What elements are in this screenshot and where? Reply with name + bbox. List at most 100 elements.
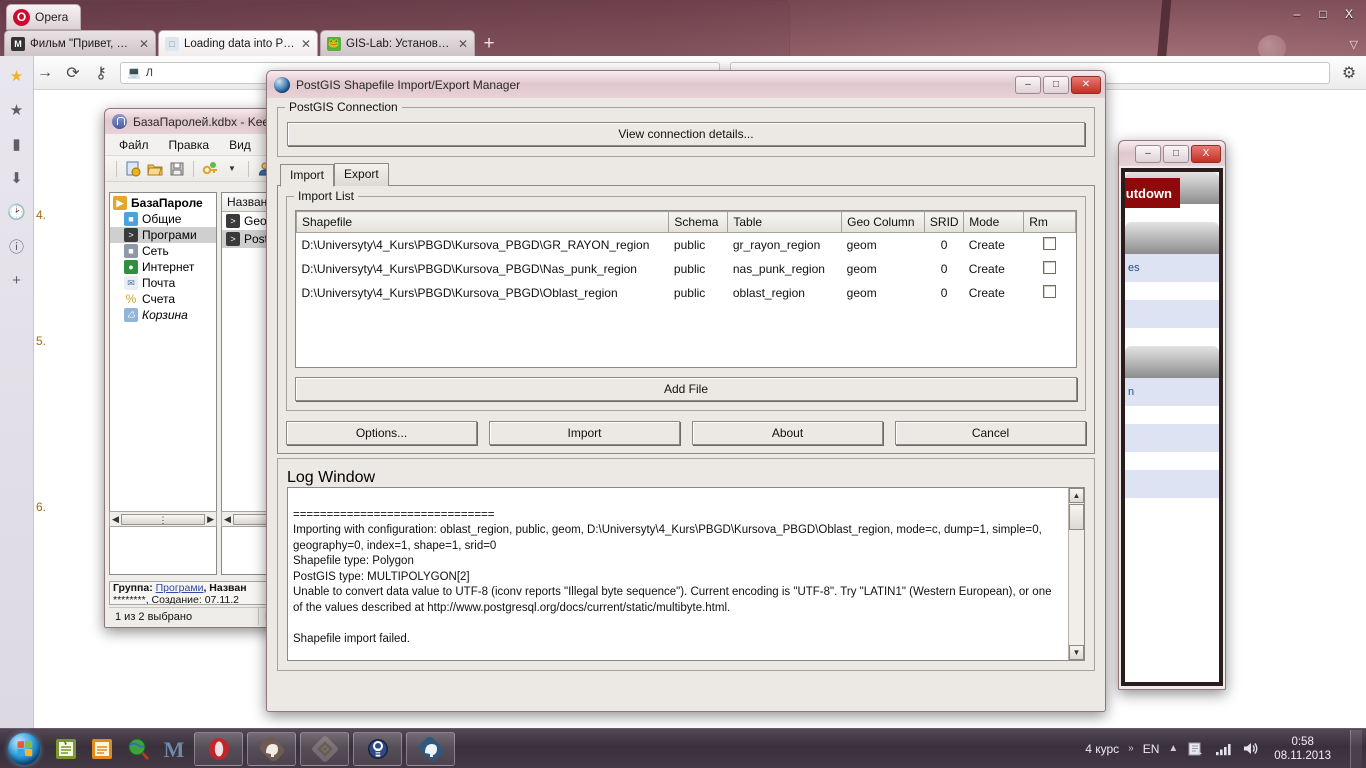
cell-shapefile[interactable]: D:\Universyty\4_Kurs\PBGD\Kursova_PBGD\N… [297, 257, 669, 281]
column-header-rm[interactable]: Rm [1024, 212, 1076, 233]
scroll-thumb[interactable] [1069, 504, 1084, 530]
opera-tabstrip[interactable]: M Фильм "Привет, мне ... ✕ □ Loading dat… [4, 30, 501, 56]
taskbar-window-opera[interactable] [194, 732, 243, 766]
rm-checkbox[interactable] [1043, 237, 1056, 250]
column-header-shapefile[interactable]: Shapefile [297, 212, 669, 233]
open-database-icon[interactable] [146, 160, 164, 178]
tree-node-korzina[interactable]: ♺ Корзина [110, 307, 216, 323]
import-button[interactable]: Import [489, 421, 680, 445]
dropdown-arrow-icon[interactable]: ▼ [223, 160, 241, 178]
cell-srid[interactable]: 0 [924, 257, 963, 281]
column-header-table[interactable]: Table [728, 212, 842, 233]
cancel-button[interactable]: Cancel [895, 421, 1086, 445]
import-list-table[interactable]: Shapefile Schema Table Geo Column SRID M… [296, 211, 1076, 305]
taskbar-libreoffice-writer-icon[interactable] [50, 732, 82, 766]
menu-item-view[interactable]: Вид [229, 138, 251, 152]
minimize-button[interactable]: – [1135, 145, 1161, 163]
add-file-button[interactable]: Add File [295, 377, 1077, 401]
star-outline-icon[interactable]: ★ [7, 100, 27, 120]
tree-horizontal-scrollbar[interactable]: ◀ ⋮ ▶ [109, 511, 217, 527]
cell-table[interactable]: nas_punk_region [728, 257, 842, 281]
tray-overflow-icon[interactable]: » [1128, 743, 1134, 754]
page-row[interactable] [1125, 470, 1219, 498]
cell-shapefile[interactable]: D:\Universyty\4_Kurs\PBGD\Kursova_PBGD\G… [297, 233, 669, 258]
save-database-icon[interactable] [168, 160, 186, 178]
tree-root-node[interactable]: ▶ БазаПароле [110, 193, 216, 211]
cell-table[interactable]: gr_rayon_region [728, 233, 842, 258]
opera-tab-2[interactable]: □ Loading data into Post... ✕ [158, 30, 318, 56]
table-row[interactable]: D:\Universyty\4_Kurs\PBGD\Kursova_PBGD\N… [297, 257, 1076, 281]
cell-mode[interactable]: Create [964, 257, 1024, 281]
column-header-srid[interactable]: SRID [924, 212, 963, 233]
tree-node-set[interactable]: ■ Сеть [110, 243, 216, 259]
menu-item-file[interactable]: Файл [119, 138, 149, 152]
cell-schema[interactable]: public [669, 233, 728, 258]
scroll-thumb[interactable]: ⋮ [121, 514, 205, 525]
log-vertical-scrollbar[interactable]: ▲ ▼ [1068, 488, 1084, 660]
taskbar-mathcad-icon[interactable]: M [158, 732, 190, 766]
tree-node-programi[interactable]: > Програми [110, 227, 216, 243]
tab-export[interactable]: Export [334, 163, 389, 186]
taskbar-window-pgadmin[interactable] [406, 732, 455, 766]
system-tray[interactable]: 4 курс » EN ▲ [1085, 730, 1366, 768]
cell-table[interactable]: oblast_region [728, 281, 842, 305]
info-group-link[interactable]: Програми [156, 582, 204, 594]
taskbar-window-geoserver[interactable] [300, 732, 349, 766]
volume-icon[interactable] [1241, 740, 1259, 758]
cell-srid[interactable]: 0 [924, 233, 963, 258]
forward-icon[interactable]: → [36, 64, 54, 82]
column-header-mode[interactable]: Mode [964, 212, 1024, 233]
scroll-right-icon[interactable]: ▶ [207, 514, 214, 525]
scroll-up-icon[interactable]: ▲ [1069, 488, 1084, 503]
postgis-tabstrip[interactable]: Import Export [280, 163, 1095, 186]
taskbar[interactable]: M [0, 728, 1366, 768]
page-row[interactable]: es [1125, 254, 1219, 282]
show-desktop-button[interactable] [1350, 730, 1362, 768]
taskbar-window-postgres[interactable] [247, 732, 296, 766]
table-row[interactable]: D:\Universyty\4_Kurs\PBGD\Kursova_PBGD\G… [297, 233, 1076, 258]
view-connection-details-button[interactable]: View connection details... [287, 122, 1085, 146]
cell-geo-column[interactable]: geom [842, 233, 925, 258]
start-button[interactable] [0, 730, 48, 768]
downloads-icon[interactable]: ⬇ [7, 168, 27, 188]
opera-tab-1[interactable]: M Фильм "Привет, мне ... ✕ [4, 30, 156, 56]
opera-tab-close-icon[interactable]: ✕ [458, 37, 468, 51]
background-window-right[interactable]: – □ X Shutdown es [1118, 140, 1226, 690]
shutdown-button[interactable]: Shutdown [1125, 178, 1180, 208]
import-list-table-wrapper[interactable]: Shapefile Schema Table Geo Column SRID M… [295, 210, 1077, 368]
page-row[interactable] [1125, 424, 1219, 452]
add-icon[interactable]: + [7, 270, 27, 290]
taskbar-libreoffice-impress-icon[interactable] [86, 732, 118, 766]
tab-import[interactable]: Import [280, 164, 334, 187]
reload-icon[interactable]: ⟳ [64, 63, 82, 83]
tree-node-internet[interactable]: ● Интернет [110, 259, 216, 275]
postgis-shapefile-manager-window[interactable]: PostGIS Shapefile Import/Export Manager … [266, 70, 1106, 712]
action-center-icon[interactable] [1187, 740, 1205, 758]
cell-mode[interactable]: Create [964, 281, 1024, 305]
cell-geo-column[interactable]: geom [842, 257, 925, 281]
page-row[interactable]: n [1125, 378, 1219, 406]
opera-app-badge[interactable]: O Opera [6, 4, 81, 30]
taskbar-quantum-gis-icon[interactable] [122, 732, 154, 766]
network-signal-icon[interactable] [1214, 740, 1232, 758]
postgis-window-buttons[interactable]: – □ ✕ [1015, 76, 1101, 94]
cell-shapefile[interactable]: D:\Universyty\4_Kurs\PBGD\Kursova_PBGD\O… [297, 281, 669, 305]
key-icon[interactable] [201, 160, 219, 178]
tray-toolbar-label[interactable]: 4 курс [1085, 742, 1119, 756]
column-header-schema[interactable]: Schema [669, 212, 728, 233]
cell-mode[interactable]: Create [964, 233, 1024, 258]
cell-rm[interactable] [1024, 233, 1076, 258]
opera-tab-close-icon[interactable]: ✕ [139, 37, 149, 51]
opera-tab-close-icon[interactable]: ✕ [301, 37, 311, 51]
maximize-button[interactable]: □ [1163, 145, 1189, 163]
tree-node-obshie[interactable]: ■ Общие [110, 211, 216, 227]
key-icon[interactable]: ⚷ [92, 63, 110, 83]
options-button[interactable]: Options... [286, 421, 477, 445]
menu-item-edit[interactable]: Правка [169, 138, 210, 152]
taskbar-clock[interactable]: 0:58 08.11.2013 [1268, 735, 1337, 763]
page-row[interactable] [1125, 300, 1219, 328]
new-database-icon[interactable] [124, 160, 142, 178]
cell-srid[interactable]: 0 [924, 281, 963, 305]
info-icon[interactable]: ⓘ [7, 236, 27, 256]
close-button[interactable]: X [1191, 145, 1221, 163]
